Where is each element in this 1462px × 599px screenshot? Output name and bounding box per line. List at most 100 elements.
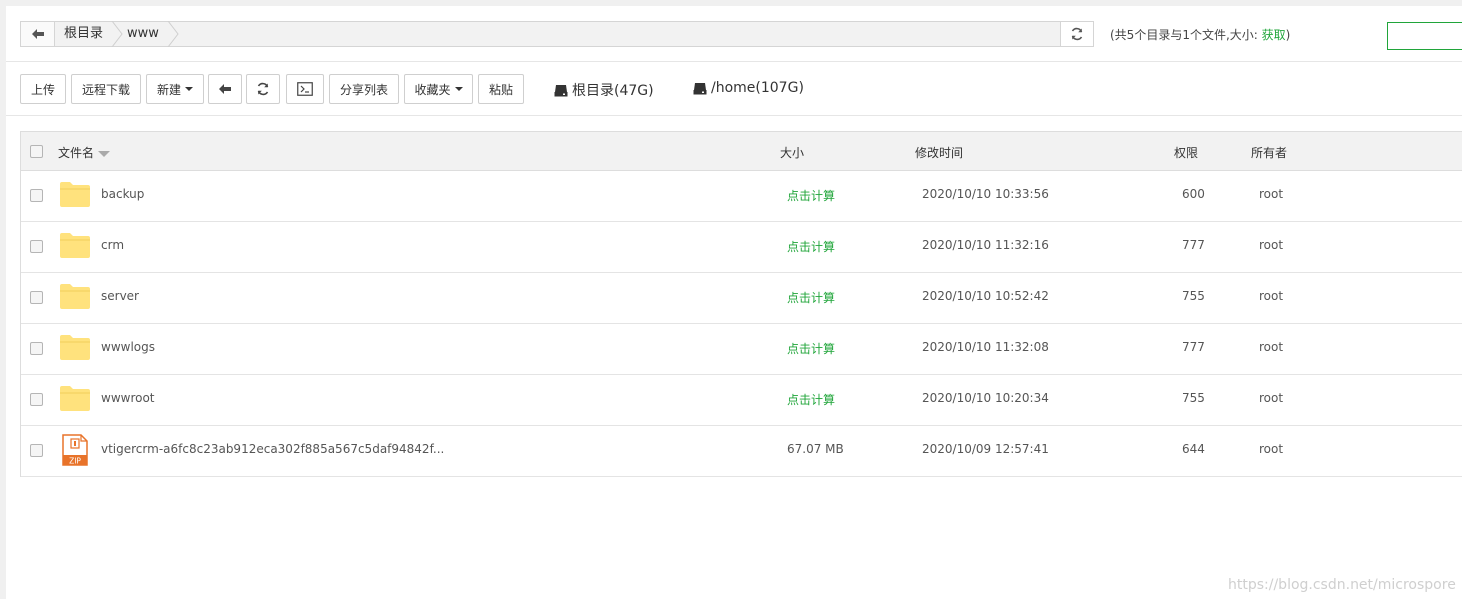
favorites-dropdown-button[interactable]: 收藏夹 <box>404 74 473 104</box>
owner: root <box>1259 340 1284 354</box>
column-header-owner[interactable]: 所有者 <box>1251 144 1287 161</box>
terminal-button[interactable] <box>286 74 324 104</box>
table-row[interactable]: crm 点击计算 2020/10/10 11:32:16 777 root <box>21 222 1462 273</box>
upload-button-label: 上传 <box>30 82 55 97</box>
column-header-name-label: 文件名 <box>58 146 95 160</box>
size-calc-link[interactable]: 点击计算 <box>787 340 835 357</box>
directory-info-close: ) <box>1285 28 1291 42</box>
column-header-perm[interactable]: 权限 <box>1174 144 1198 161</box>
file-table: 文件名 大小 修改时间 权限 所有者 backup 点击计算 2020/10/1… <box>20 131 1462 477</box>
file-name[interactable]: wwwlogs <box>101 340 155 354</box>
divider <box>6 115 1462 116</box>
new-dropdown-button[interactable]: 新建 <box>146 74 204 104</box>
disk-home[interactable]: /home(107G) <box>693 80 804 96</box>
divider <box>6 61 1462 62</box>
folder-icon <box>60 284 90 309</box>
row-checkbox[interactable] <box>30 342 43 355</box>
remote-download-button-label: 远程下载 <box>81 82 130 97</box>
paste-button-label: 粘贴 <box>488 82 513 97</box>
fetch-size-link[interactable]: 获取 <box>1262 28 1286 42</box>
file-name[interactable]: backup <box>101 187 144 201</box>
table-row[interactable]: server 点击计算 2020/10/10 10:52:42 755 root <box>21 273 1462 324</box>
owner: root <box>1259 187 1284 201</box>
row-checkbox[interactable] <box>30 393 43 406</box>
back-button[interactable] <box>208 74 242 104</box>
select-all-checkbox[interactable] <box>30 145 43 158</box>
new-button-label: 新建 <box>156 82 181 97</box>
owner: root <box>1259 289 1284 303</box>
caret-down-icon <box>185 87 193 91</box>
paste-button[interactable]: 粘贴 <box>478 74 524 104</box>
breadcrumb-www[interactable]: www <box>127 22 159 46</box>
hard-drive-icon <box>693 82 707 94</box>
address-back-button[interactable] <box>21 22 55 46</box>
folder-icon <box>60 233 90 258</box>
row-checkbox[interactable] <box>30 240 43 253</box>
file-size: 67.07 MB <box>787 442 844 456</box>
modified-time: 2020/10/10 10:52:42 <box>922 289 1049 303</box>
file-name[interactable]: vtigercrm-a6fc8c23ab912eca302f885a567c5d… <box>101 442 444 456</box>
arrow-left-icon <box>219 84 231 94</box>
address-refresh-button[interactable] <box>1060 22 1093 46</box>
breadcrumb-root[interactable]: 根目录 <box>64 22 103 46</box>
owner: root <box>1259 391 1284 405</box>
permission[interactable]: 777 <box>1182 238 1205 252</box>
table-header: 文件名 大小 修改时间 权限 所有者 <box>21 132 1462 171</box>
refresh-icon <box>1071 27 1083 41</box>
permission[interactable]: 644 <box>1182 442 1205 456</box>
directory-info-text: (共5个目录与1个文件,大小: <box>1110 28 1258 42</box>
upload-button[interactable]: 上传 <box>20 74 66 104</box>
modified-time: 2020/10/09 12:57:41 <box>922 442 1049 456</box>
size-calc-link[interactable]: 点击计算 <box>787 238 835 255</box>
folder-icon <box>60 335 90 360</box>
share-list-button-label: 分享列表 <box>339 82 388 97</box>
disk-home-label: /home(107G) <box>711 80 804 96</box>
terminal-icon <box>297 82 313 96</box>
permission[interactable]: 600 <box>1182 187 1205 201</box>
disk-root[interactable]: 根目录(47G) <box>554 80 654 100</box>
column-header-name[interactable]: 文件名 <box>58 144 111 161</box>
column-header-mtime[interactable]: 修改时间 <box>915 144 963 161</box>
search-input[interactable] <box>1387 22 1462 50</box>
table-row[interactable]: ZIP vtigercrm-a6fc8c23ab912eca302f885a56… <box>21 426 1462 477</box>
table-row[interactable]: backup 点击计算 2020/10/10 10:33:56 600 root <box>21 171 1462 222</box>
disk-root-label: 根目录(47G) <box>572 83 654 99</box>
modified-time: 2020/10/10 10:20:34 <box>922 391 1049 405</box>
table-row[interactable]: wwwlogs 点击计算 2020/10/10 11:32:08 777 roo… <box>21 324 1462 375</box>
folder-icon <box>60 182 90 207</box>
permission[interactable]: 755 <box>1182 391 1205 405</box>
owner: root <box>1259 442 1284 456</box>
modified-time: 2020/10/10 10:33:56 <box>922 187 1049 201</box>
size-calc-link[interactable]: 点击计算 <box>787 289 835 306</box>
size-calc-link[interactable]: 点击计算 <box>787 187 835 204</box>
row-checkbox[interactable] <box>30 291 43 304</box>
permission[interactable]: 755 <box>1182 289 1205 303</box>
favorites-button-label: 收藏夹 <box>414 82 451 97</box>
modified-time: 2020/10/10 11:32:08 <box>922 340 1049 354</box>
file-name[interactable]: wwwroot <box>101 391 155 405</box>
arrow-left-icon <box>31 29 44 39</box>
modified-time: 2020/10/10 11:32:16 <box>922 238 1049 252</box>
breadcrumb-separator-icon <box>111 21 123 47</box>
address-bar: 根目录 www <box>20 21 1094 47</box>
directory-info: (共5个目录与1个文件,大小: 获取) <box>1110 26 1290 43</box>
permission[interactable]: 777 <box>1182 340 1205 354</box>
file-name[interactable]: crm <box>101 238 124 252</box>
caret-down-icon <box>454 87 463 91</box>
zip-label: ZIP <box>69 457 81 466</box>
watermark: https://blog.csdn.net/microspore <box>1228 577 1456 593</box>
folder-icon <box>60 386 90 411</box>
refresh-button[interactable] <box>246 74 280 104</box>
share-list-button[interactable]: 分享列表 <box>329 74 399 104</box>
row-checkbox[interactable] <box>30 444 43 457</box>
size-calc-link[interactable]: 点击计算 <box>787 391 835 408</box>
remote-download-button[interactable]: 远程下载 <box>71 74 141 104</box>
table-row[interactable]: wwwroot 点击计算 2020/10/10 10:20:34 755 roo… <box>21 375 1462 426</box>
column-header-size[interactable]: 大小 <box>780 144 804 161</box>
file-manager-panel: 根目录 www (共5个目录与1个文件,大小: 获取) 上传 远程下载 新建 分… <box>6 6 1462 599</box>
zip-file-icon: ZIP <box>62 434 88 466</box>
file-name[interactable]: server <box>101 289 139 303</box>
refresh-icon <box>257 82 269 96</box>
sort-down-icon <box>98 150 111 157</box>
row-checkbox[interactable] <box>30 189 43 202</box>
